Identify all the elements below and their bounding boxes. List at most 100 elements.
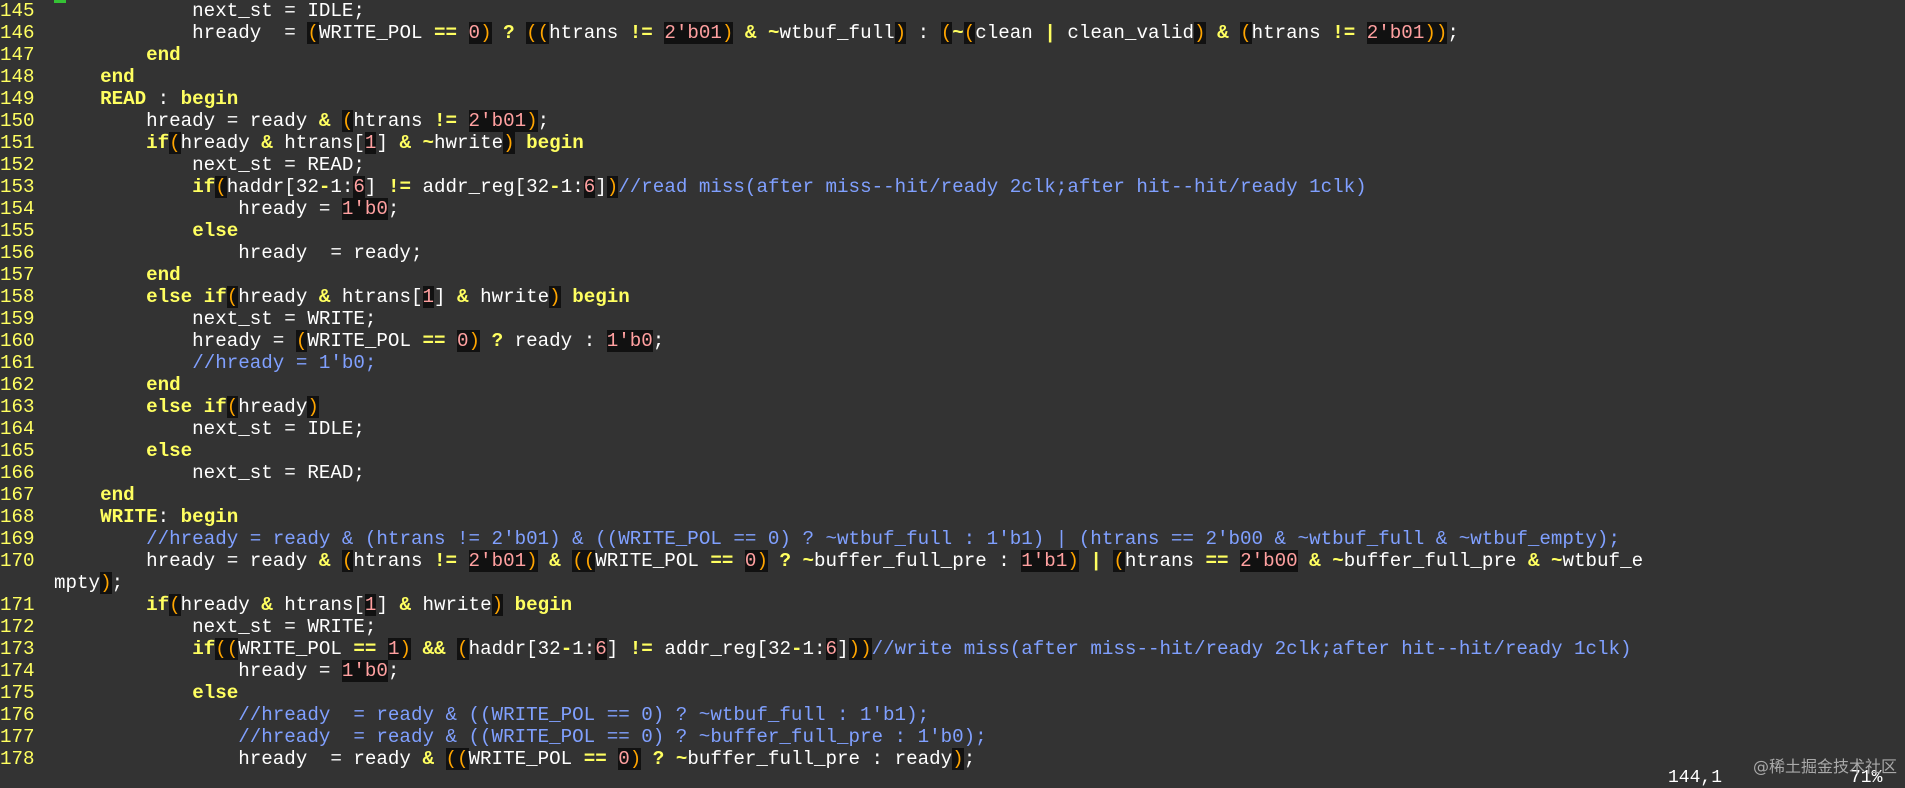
operator: == [710,550,734,572]
keyword: begin [572,286,630,308]
code-text: WRITE_POL [318,22,434,44]
operator: == [434,22,458,44]
code-line[interactable]: 149 READ : begin [0,88,238,110]
code-line[interactable]: 159 next_st = WRITE; [0,308,376,330]
paren: ) [480,22,492,44]
code-text: ; [387,198,400,220]
number-literal: 2'b01 [1366,22,1425,44]
operator: ? [779,550,791,572]
code-line[interactable]: 170 hready = ready & (htrans != 2'b01) &… [0,550,1643,572]
line-number: 170 [0,550,35,572]
code-line[interactable]: 158 else if(hready & htrans[1] & hwrite)… [0,286,630,308]
line-number: 153 [0,176,35,198]
code-line[interactable]: 167 end [0,484,135,506]
keyword: else [192,220,239,242]
paren: ) [629,748,642,770]
number-literal: 6 [595,638,607,660]
code-line[interactable]: 174 hready = 1'b0; [0,660,399,682]
code-line[interactable]: 176 //hready = ready & ((WRITE_POL == 0)… [0,704,929,726]
line-code: //hready = ready & ((WRITE_POL == 0) ? ~… [54,726,986,748]
operator: - [791,638,803,660]
operator: & [399,594,411,616]
code-line[interactable]: 154 hready = 1'b0; [0,198,399,220]
code-line[interactable]: 161 //hready = 1'b0; [0,352,376,374]
operator: ~ [802,550,815,572]
operator: & [422,748,434,770]
keyword: begin [526,132,584,154]
keyword: else if [146,286,227,308]
line-number: 147 [0,44,35,66]
keyword: READ [100,88,147,110]
operator: ~ [767,22,780,44]
code-line[interactable]: 178 hready = ready & ((WRITE_POL == 0) ?… [0,748,975,770]
keyword: begin [180,506,239,528]
code-line[interactable]: 146 hready = (WRITE_POL == 0) ? ((htrans… [0,22,1459,44]
code-line[interactable]: 168 WRITE: begin [0,506,238,528]
keyword: if [192,638,216,660]
line-number: 163 [0,396,35,418]
code-line[interactable]: 166 next_st = READ; [0,462,365,484]
code-text: ] [837,638,849,660]
code-line[interactable]: 162 end [0,374,181,396]
code-line[interactable]: 177 //hready = ready & ((WRITE_POL == 0)… [0,726,987,748]
line-number: 150 [0,110,35,132]
code-line[interactable]: 148 end [0,66,135,88]
code-line[interactable]: 153 if(haddr[32-1:6] != addr_reg[32-1:6]… [0,176,1367,198]
code-line[interactable]: 164 next_st = IDLE; [0,418,365,440]
line-number: 148 [0,66,35,88]
number-literal: 0 [457,330,469,352]
code-text: ; [963,748,976,770]
line-number: 146 [0,22,35,44]
code-text: ; [1447,22,1459,44]
code-line[interactable]: 155 else [0,220,238,242]
code-line[interactable]: 145 next_st = IDLE; [0,0,365,22]
line-code: WRITE: begin [54,506,238,528]
code-text: htrans [353,550,434,572]
code-line[interactable]: 171 if(hready & htrans[1] & hwrite) begi… [0,594,572,616]
keyword: else [192,682,239,704]
line-number: 173 [0,638,35,660]
line-number: 165 [0,440,35,462]
code-line[interactable]: 175 else [0,682,238,704]
code-line[interactable]: 172 next_st = WRITE; [0,616,376,638]
number-literal: 6 [825,638,838,660]
code-line[interactable]: 163 else if(hready) [0,396,319,418]
code-line[interactable]: 150 hready = ready & (htrans != 2'b01); [0,110,549,132]
keyword: end [100,66,135,88]
operator: & [318,550,331,572]
code-editor[interactable]: 145 next_st = IDLE; 146 hready = (WRITE_P… [0,0,1905,787]
code-line[interactable]: 173 if((WRITE_POL == 1) && (haddr[32-1:6… [0,638,1632,660]
operator: & [318,286,331,308]
operator: != [629,22,653,44]
paren: ( [457,638,469,660]
code-text: ] [376,594,400,616]
code-line[interactable]: 169 //hready = ready & (htrans != 2'b01)… [0,528,1620,550]
paren: ( [1113,550,1125,572]
operator: && [422,638,446,660]
code-line[interactable]: 165 else [0,440,192,462]
code-text: WRITE_POL [595,550,711,572]
line-number: 152 [0,154,35,176]
code-line[interactable]: 147 end [0,44,181,66]
line-code: hready = ready; [54,242,422,264]
code-text: 1: [560,176,584,198]
code-line[interactable]: 151 if(hready & htrans[1] & ~hwrite) beg… [0,132,584,154]
code-line[interactable]: 152 next_st = READ; [0,154,365,176]
number-literal: 0 [618,748,630,770]
code-text: hready = [54,198,342,220]
code-text: : [146,88,181,110]
code-text: hready [238,396,308,418]
line-code: next_st = WRITE; [54,308,376,330]
code-line[interactable]: 160 hready = (WRITE_POL == 0) ? ready : … [0,330,664,352]
number-literal: 1 [364,594,377,616]
paren: ( [226,286,239,308]
code-line[interactable]: 156 hready = ready; [0,242,422,264]
code-line[interactable]: mpty); [0,572,123,594]
code-line[interactable]: 157 end [0,264,181,286]
